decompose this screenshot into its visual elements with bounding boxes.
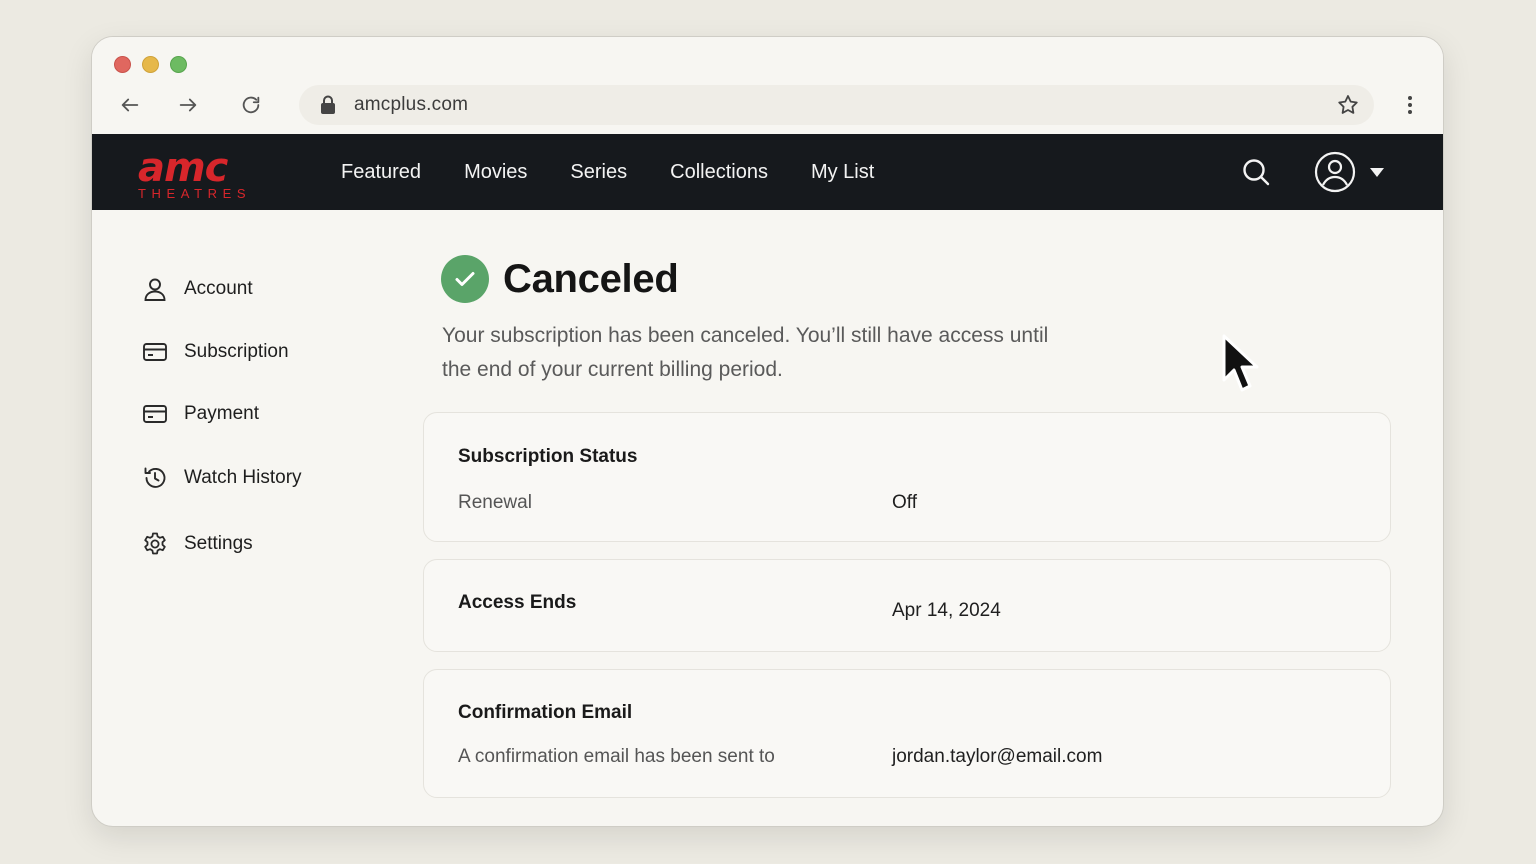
forward-button[interactable]	[174, 91, 202, 119]
reload-icon	[242, 96, 260, 114]
maximize-window-button[interactable]	[170, 56, 187, 73]
caret-down-icon	[1370, 168, 1384, 177]
user-avatar-icon	[1314, 151, 1356, 193]
sidebar-item-label: Payment	[184, 403, 259, 424]
arrow-right-icon	[179, 98, 197, 112]
reload-button[interactable]	[237, 91, 265, 119]
nav-my-list[interactable]: My List	[811, 161, 874, 184]
amc-logo[interactable]: amc THEATRES	[138, 145, 262, 201]
site-navbar: amc THEATRES Featured Movies Series Coll…	[92, 134, 1443, 210]
card-title: Confirmation Email	[458, 702, 633, 723]
card-title: Subscription Status	[458, 446, 638, 467]
lock-icon	[321, 95, 335, 114]
minimize-window-button[interactable]	[142, 56, 159, 73]
address-bar[interactable]: amcplus.com	[299, 85, 1374, 125]
renewal-label: Renewal	[458, 492, 532, 513]
arrow-left-icon	[121, 98, 139, 112]
history-icon	[144, 467, 166, 488]
access-end-date: Apr 14, 2024	[892, 600, 1001, 621]
sidebar-item-watch-history[interactable]: Watch History	[142, 463, 372, 493]
renewal-value: Off	[892, 492, 917, 513]
sidebar-item-label: Account	[184, 278, 253, 299]
nav-movies[interactable]: Movies	[464, 161, 527, 184]
sidebar-item-label: Settings	[184, 533, 253, 554]
bookmark-star-icon[interactable]	[1336, 93, 1360, 117]
nav-collections[interactable]: Collections	[670, 161, 768, 184]
sidebar-item-account[interactable]: Account	[142, 274, 372, 304]
card-icon	[143, 405, 167, 423]
page-title: Canceled	[503, 256, 679, 301]
subscription-status-card: Subscription Status Renewal Off	[423, 412, 1391, 542]
logo-sub-text: THEATRES	[138, 186, 252, 201]
access-ends-card: Access Ends Apr 14, 2024	[423, 559, 1391, 652]
browser-window: amcplus.com amc THEATRES Featured Movies…	[91, 36, 1444, 827]
check-circle-icon	[441, 255, 489, 303]
nav-featured[interactable]: Featured	[341, 161, 421, 184]
browser-chrome: amcplus.com	[92, 37, 1443, 134]
search-icon[interactable]	[1240, 156, 1272, 188]
browser-menu-icon[interactable]	[1398, 93, 1422, 117]
gear-icon	[144, 532, 166, 555]
close-window-button[interactable]	[114, 56, 131, 73]
card-title: Access Ends	[458, 592, 577, 613]
sidebar-item-payment[interactable]: Payment	[142, 399, 372, 429]
profile-menu-button[interactable]	[1314, 151, 1390, 193]
confirmation-email-address: jordan.taylor@email.com	[892, 746, 1103, 767]
url-text: amcplus.com	[354, 94, 469, 115]
email-sent-label: A confirmation email has been sent to	[458, 746, 775, 767]
card-icon	[143, 343, 167, 361]
cancel-description: Your subscription has been canceled. You…	[442, 324, 1049, 381]
sidebar-item-subscription[interactable]: Subscription	[142, 337, 372, 367]
nav-series[interactable]: Series	[570, 161, 627, 184]
sidebar-item-label: Watch History	[184, 467, 302, 488]
sidebar-item-settings[interactable]: Settings	[142, 529, 372, 559]
back-button[interactable]	[116, 91, 144, 119]
main-menu: Featured Movies Series Collections My Li…	[341, 134, 917, 210]
confirmation-email-card: Confirmation Email A confirmation email …	[423, 669, 1391, 798]
page-title-row: Canceled	[441, 255, 679, 303]
logo-main-text: amc	[138, 145, 228, 191]
user-icon	[144, 278, 166, 301]
sidebar-item-label: Subscription	[184, 341, 289, 362]
